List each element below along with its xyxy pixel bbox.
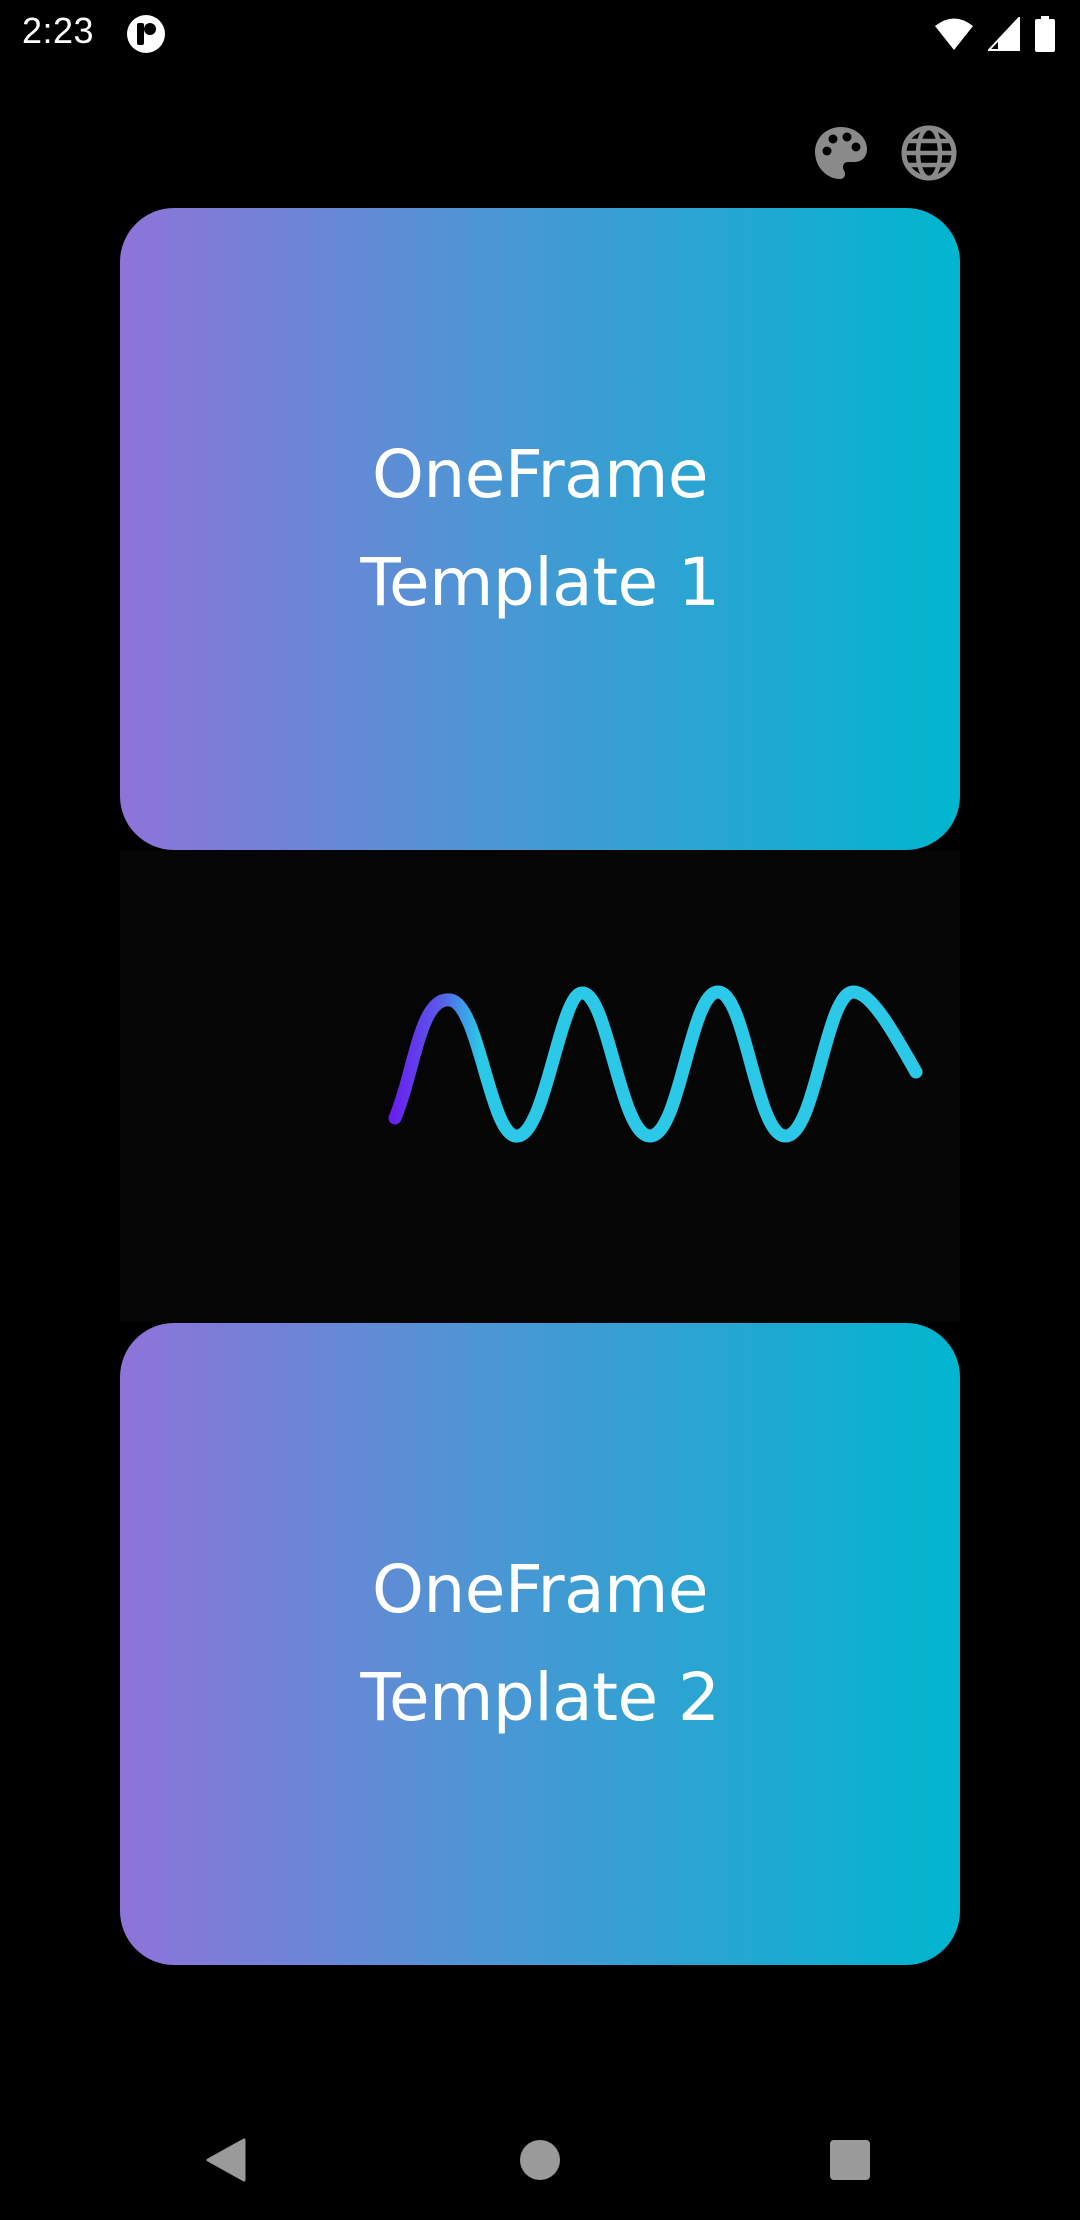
notification-app-icon bbox=[126, 14, 166, 54]
status-bar: 2:23 bbox=[0, 0, 1080, 66]
wifi-icon bbox=[934, 17, 974, 51]
wave-line-icon bbox=[388, 985, 923, 1143]
palette-icon[interactable] bbox=[812, 124, 870, 182]
globe-icon[interactable] bbox=[900, 124, 958, 182]
home-circle-icon[interactable] bbox=[498, 2118, 582, 2202]
template-1-card[interactable]: OneFrame Template 1 bbox=[120, 208, 960, 850]
battery-icon bbox=[1034, 16, 1056, 52]
navigation-bar bbox=[0, 2100, 1080, 2220]
top-actions bbox=[812, 124, 958, 182]
template-2-title-line1: OneFrame bbox=[371, 1551, 709, 1628]
cell-signal-icon bbox=[988, 17, 1020, 51]
template-2-card[interactable]: OneFrame Template 2 bbox=[120, 1323, 960, 1965]
template-2-title-line2: Template 2 bbox=[360, 1659, 720, 1736]
status-time: 2:23 bbox=[22, 10, 95, 51]
recents-square-icon[interactable] bbox=[808, 2118, 892, 2202]
back-triangle-icon[interactable] bbox=[184, 2118, 268, 2202]
template-2-title: OneFrame Template 2 bbox=[360, 1536, 720, 1752]
template-1-title-line2: Template 1 bbox=[360, 544, 720, 621]
wave-animation-panel bbox=[120, 850, 960, 1323]
template-1-title-line1: OneFrame bbox=[371, 436, 709, 513]
status-icons bbox=[934, 14, 1056, 54]
template-1-title: OneFrame Template 1 bbox=[360, 421, 720, 637]
